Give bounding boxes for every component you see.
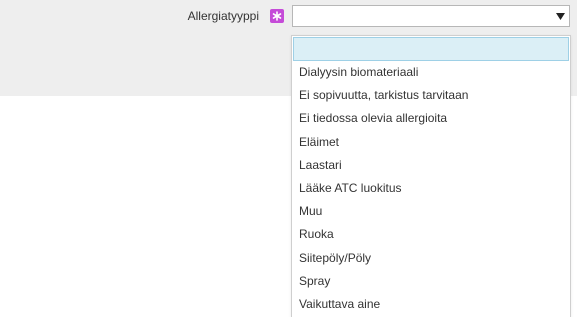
dropdown-option[interactable]: Ei tiedossa olevia allergioita <box>292 107 570 130</box>
dropdown-option[interactable]: Spray <box>292 270 570 293</box>
dropdown-list: Dialyysin biomateriaali Ei sopivuutta, ta… <box>291 35 571 317</box>
dropdown-option[interactable]: Lääke ATC luokitus <box>292 177 570 200</box>
dropdown-option[interactable]: Muu <box>292 200 570 223</box>
dropdown-option[interactable]: Vaikuttava aine <box>292 293 570 316</box>
required-star-icon <box>270 9 284 23</box>
chevron-down-icon[interactable] <box>554 10 566 22</box>
field-label: Allergiatyyppi <box>187 9 259 23</box>
dropdown-option[interactable] <box>293 37 569 61</box>
dropdown-option[interactable]: Siitepöly/Pöly <box>292 247 570 270</box>
dropdown-option[interactable]: Ei sopivuutta, tarkistus tarvitaan <box>292 84 570 107</box>
dropdown-option[interactable]: Ruoka <box>292 223 570 246</box>
dropdown-option[interactable]: Laastari <box>292 154 570 177</box>
dropdown-option[interactable]: Eläimet <box>292 131 570 154</box>
dropdown-option[interactable]: Dialyysin biomateriaali <box>292 61 570 84</box>
allergy-type-select[interactable] <box>292 5 570 27</box>
